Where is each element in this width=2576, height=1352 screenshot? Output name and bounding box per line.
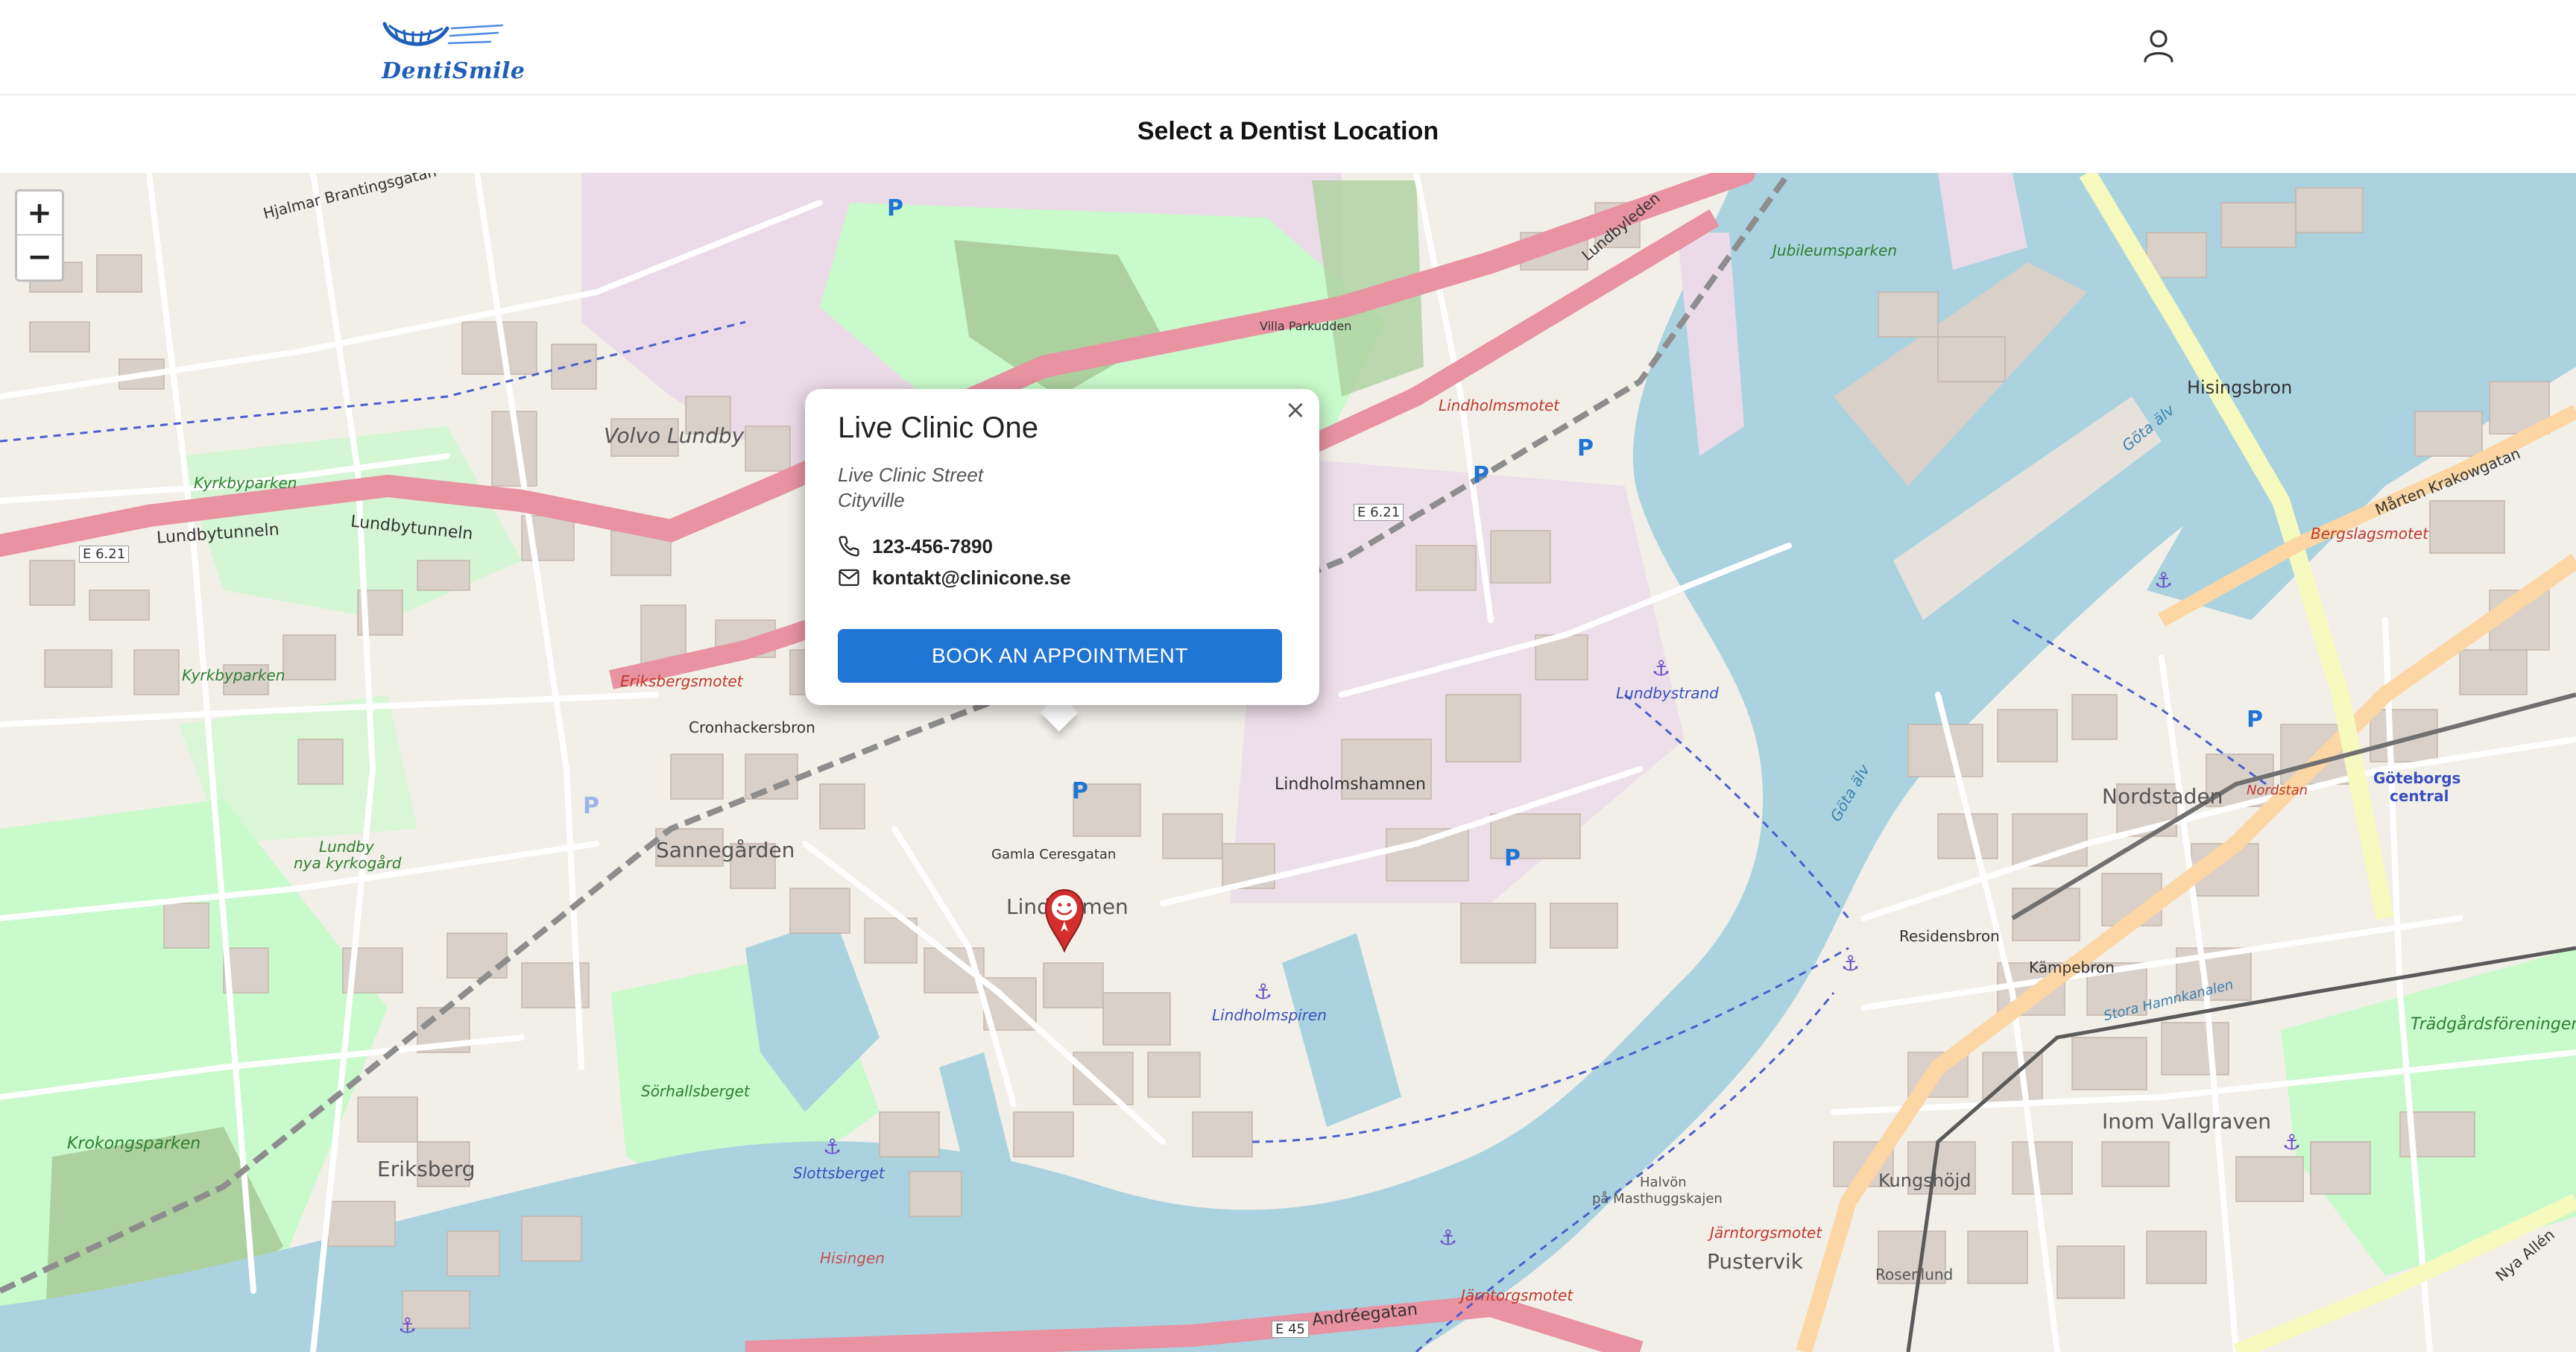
map-label-e45: E 45 [1272, 1321, 1309, 1338]
parking-icon: P [1504, 845, 1521, 871]
parking-icon: P [1577, 435, 1594, 461]
clinic-info-popup: × Live Clinic One Live Clinic Street Cit… [805, 389, 1319, 705]
harbor-icon: ⚓ [823, 1134, 842, 1159]
map-label-hisingsbron: Hisingsbron [2187, 377, 2293, 398]
parking-icon: P [2247, 707, 2263, 733]
map-label-lundby-cemetery-2: nya kyrkogård [294, 854, 402, 872]
map-label-kyrkbyparken-north: Kyrkbyparken [194, 474, 297, 492]
map-label-slottsberget: Slottsberget [793, 1164, 885, 1182]
map-label-pustervik: Pustervik [1707, 1249, 1804, 1274]
logo-text: DentiSmile [382, 58, 525, 84]
map-label-halvon-2: på Masthuggskajen [1592, 1191, 1723, 1207]
map-label-lundbystrand: Lundbystrand [1616, 684, 1719, 702]
map-label-goteborgs-central-1: Göteborgs [2373, 769, 2461, 787]
map-label-lindholmshamnen: Lindholmshamnen [1275, 775, 1426, 794]
user-icon[interactable] [2139, 27, 2178, 66]
zoom-control: + − [15, 189, 64, 282]
app-header: DentiSmile [0, 0, 2576, 95]
harbor-icon: ⚓ [1841, 951, 1860, 976]
parking-icon: P [1072, 778, 1088, 804]
phone-icon [838, 535, 860, 557]
harbor-icon: ⚓ [1254, 979, 1273, 1004]
map-label-nordstan: Nordstan [2247, 783, 2308, 798]
map-label-e621-west: E 6.21 [79, 546, 130, 563]
harbor-icon: ⚓ [398, 1313, 417, 1338]
map-label-eriksbergsmotet: Eriksbergsmotet [620, 672, 743, 690]
clinic-phone[interactable]: 123-456-7890 [838, 535, 993, 558]
map-label-e621-east: E 6.21 [1354, 504, 1404, 521]
dentismile-logo[interactable]: DentiSmile [379, 13, 525, 85]
map-label-inom-vallgraven: Inom Vallgraven [2102, 1109, 2271, 1134]
clinic-map-marker[interactable] [1044, 888, 1085, 953]
map-label-bergslagsmotet: Bergslagsmotet [2311, 525, 2428, 543]
clinic-email[interactable]: kontakt@clinicone.se [838, 566, 1071, 590]
clinic-email-text: kontakt@clinicone.se [872, 566, 1071, 589]
map-label-residensbron: Residensbron [1899, 927, 2000, 945]
clinic-name: Live Clinic One [838, 411, 1039, 444]
map-label-halvon-1: Halvön [1640, 1175, 1687, 1190]
map-label-volvo-lundby: Volvo Lundby [604, 423, 745, 448]
close-icon[interactable]: × [1282, 397, 1309, 423]
smile-logo-icon [382, 22, 504, 46]
map-label-kungshojd: Kungshöjd [1878, 1170, 1972, 1191]
map-label-jarntorgsmotet-1: Järntorgsmotet [1710, 1224, 1822, 1242]
book-appointment-button[interactable]: BOOK AN APPOINTMENT [838, 629, 1282, 683]
mail-icon [838, 566, 860, 589]
map-label-cronhackersbron: Cronhackersbron [689, 718, 815, 736]
map-label-goteborgs-central-2: central [2390, 787, 2449, 805]
map-label-gamla-ceresgatan: Gamla Ceresgatan [991, 847, 1117, 862]
map-label-eriksberg: Eriksberg [377, 1157, 476, 1181]
clinic-street: Live Clinic Street [838, 464, 984, 486]
clinic-phone-text: 123-456-7890 [872, 535, 993, 557]
map-label-jubileumsparken: Jubileumsparken [1772, 241, 1898, 259]
map-label-krokongsparken: Krokongsparken [67, 1134, 201, 1153]
map-label-kampebron: Kämpebron [2029, 958, 2115, 976]
parking-icon: P [1473, 462, 1489, 488]
map-label-jarntorgsmotet-2: Järntorgsmotet [1461, 1286, 1573, 1304]
tooth-pin-icon [1044, 888, 1085, 953]
map-label-sorhallsberget: Sörhallsberget [641, 1082, 750, 1100]
clinic-city: Cityville [838, 489, 905, 511]
parking-icon: P [583, 793, 599, 819]
map-label-kyrkbyparken-south: Kyrkbyparken [182, 666, 285, 684]
map-label-villa-parkudden: Villa Parkudden [1260, 319, 1352, 333]
map-label-rosenlund: Rosenlund [1875, 1266, 1954, 1283]
map-label-nordstaden: Nordstaden [2102, 784, 2223, 809]
map-label-tradgardsforeningen: Trädgårdsföreningen [2411, 1015, 2576, 1034]
zoom-out-button[interactable]: − [17, 236, 62, 279]
harbor-icon: ⚓ [2282, 1130, 2302, 1154]
map-view[interactable]: Volvo Lundby Sannegården Lindholmen Lind… [0, 173, 2576, 1352]
map-label-lindholmspiren: Lindholmspiren [1212, 1006, 1327, 1024]
harbor-icon: ⚓ [1439, 1225, 1458, 1250]
page-title-bar: Select a Dentist Location [0, 97, 2576, 173]
map-label-hisingen: Hisingen [820, 1249, 885, 1267]
map-label-sannegarden: Sannegården [656, 838, 795, 862]
zoom-in-button[interactable]: + [17, 192, 62, 236]
harbor-icon: ⚓ [2154, 568, 2174, 593]
parking-icon: P [887, 195, 903, 221]
map-label-lindholmsmotet: Lindholmsmotet [1439, 397, 1560, 414]
map-label-lundby-cemetery-1: Lundby [319, 838, 374, 856]
page-title: Select a Dentist Location [1137, 117, 1439, 145]
harbor-icon: ⚓ [1652, 656, 1671, 680]
